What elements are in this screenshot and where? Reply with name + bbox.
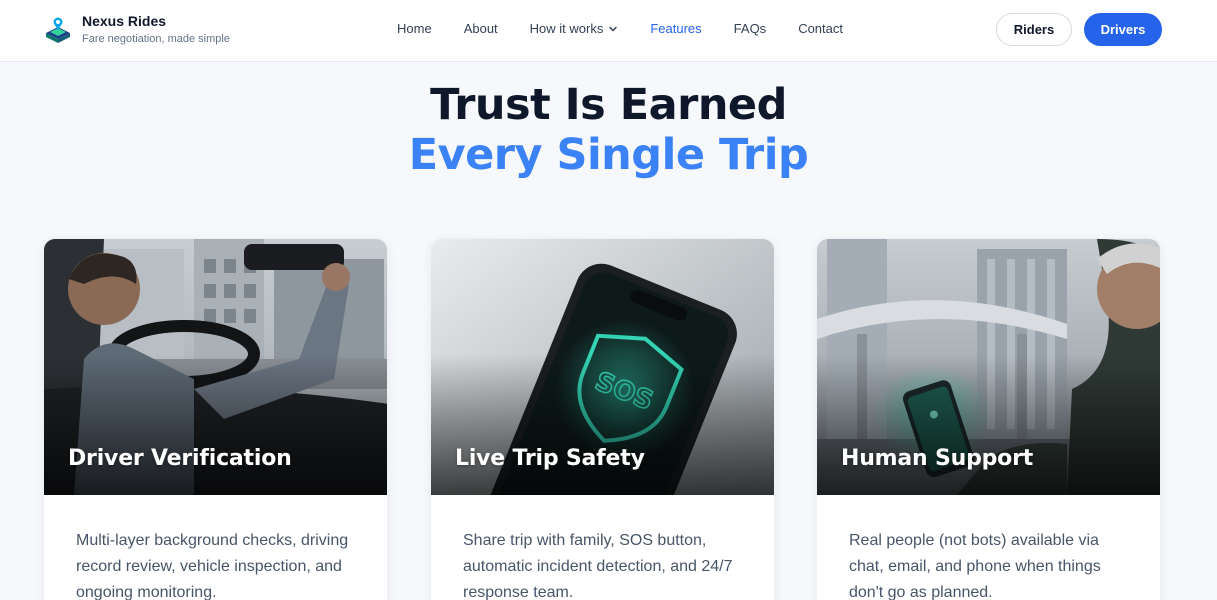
nav-features[interactable]: Features xyxy=(650,21,701,36)
hero-heading-line2: Every Single Trip xyxy=(408,130,809,180)
card-title: Live Trip Safety xyxy=(455,446,645,471)
hero-heading: Trust Is Earned Every Single Trip xyxy=(0,80,1217,180)
nav-how-it-works-label: How it works xyxy=(529,21,604,36)
brand[interactable]: Nexus Rides Fare negotiation, made simpl… xyxy=(44,13,230,47)
nav-home[interactable]: Home xyxy=(397,21,432,36)
card-title: Driver Verification xyxy=(68,446,292,471)
support-person-image: Human Support xyxy=(817,239,1160,495)
driver-in-car-image: Driver Verification xyxy=(44,239,387,495)
riders-button[interactable]: Riders xyxy=(996,13,1072,46)
feature-card-live-trip-safety[interactable]: SOS Live Trip Safety Share trip with fam… xyxy=(430,238,775,600)
nav-how-it-works[interactable]: How it works xyxy=(530,21,619,36)
brand-name: Nexus Rides xyxy=(82,13,167,29)
card-title: Human Support xyxy=(841,446,1034,471)
main-nav: Home About How it works Features FAQs Co… xyxy=(397,21,875,36)
nav-contact[interactable]: Contact xyxy=(798,21,843,36)
chevron-down-icon xyxy=(609,26,618,32)
card-description: Multi-layer background checks, driving r… xyxy=(76,532,349,600)
sos-phone-image: SOS Live Trip Safety xyxy=(431,239,774,495)
nav-about[interactable]: About xyxy=(464,21,498,36)
brand-tagline: Fare negotiation, made simple xyxy=(82,33,230,45)
card-description: Share trip with family, SOS button, auto… xyxy=(463,532,733,600)
feature-card-driver-verification[interactable]: Driver Verification Multi-layer backgrou… xyxy=(43,238,388,600)
map-pin-logo-icon xyxy=(46,17,70,43)
site-header: Nexus Rides Fare negotiation, made simpl… xyxy=(0,0,1217,62)
feature-card-human-support[interactable]: Human Support Real people (not bots) ava… xyxy=(816,238,1161,600)
hero-heading-line1: Trust Is Earned xyxy=(430,80,787,130)
nav-faqs[interactable]: FAQs xyxy=(734,21,767,36)
card-description: Real people (not bots) available via cha… xyxy=(849,532,1101,600)
drivers-button[interactable]: Drivers xyxy=(1084,13,1162,46)
